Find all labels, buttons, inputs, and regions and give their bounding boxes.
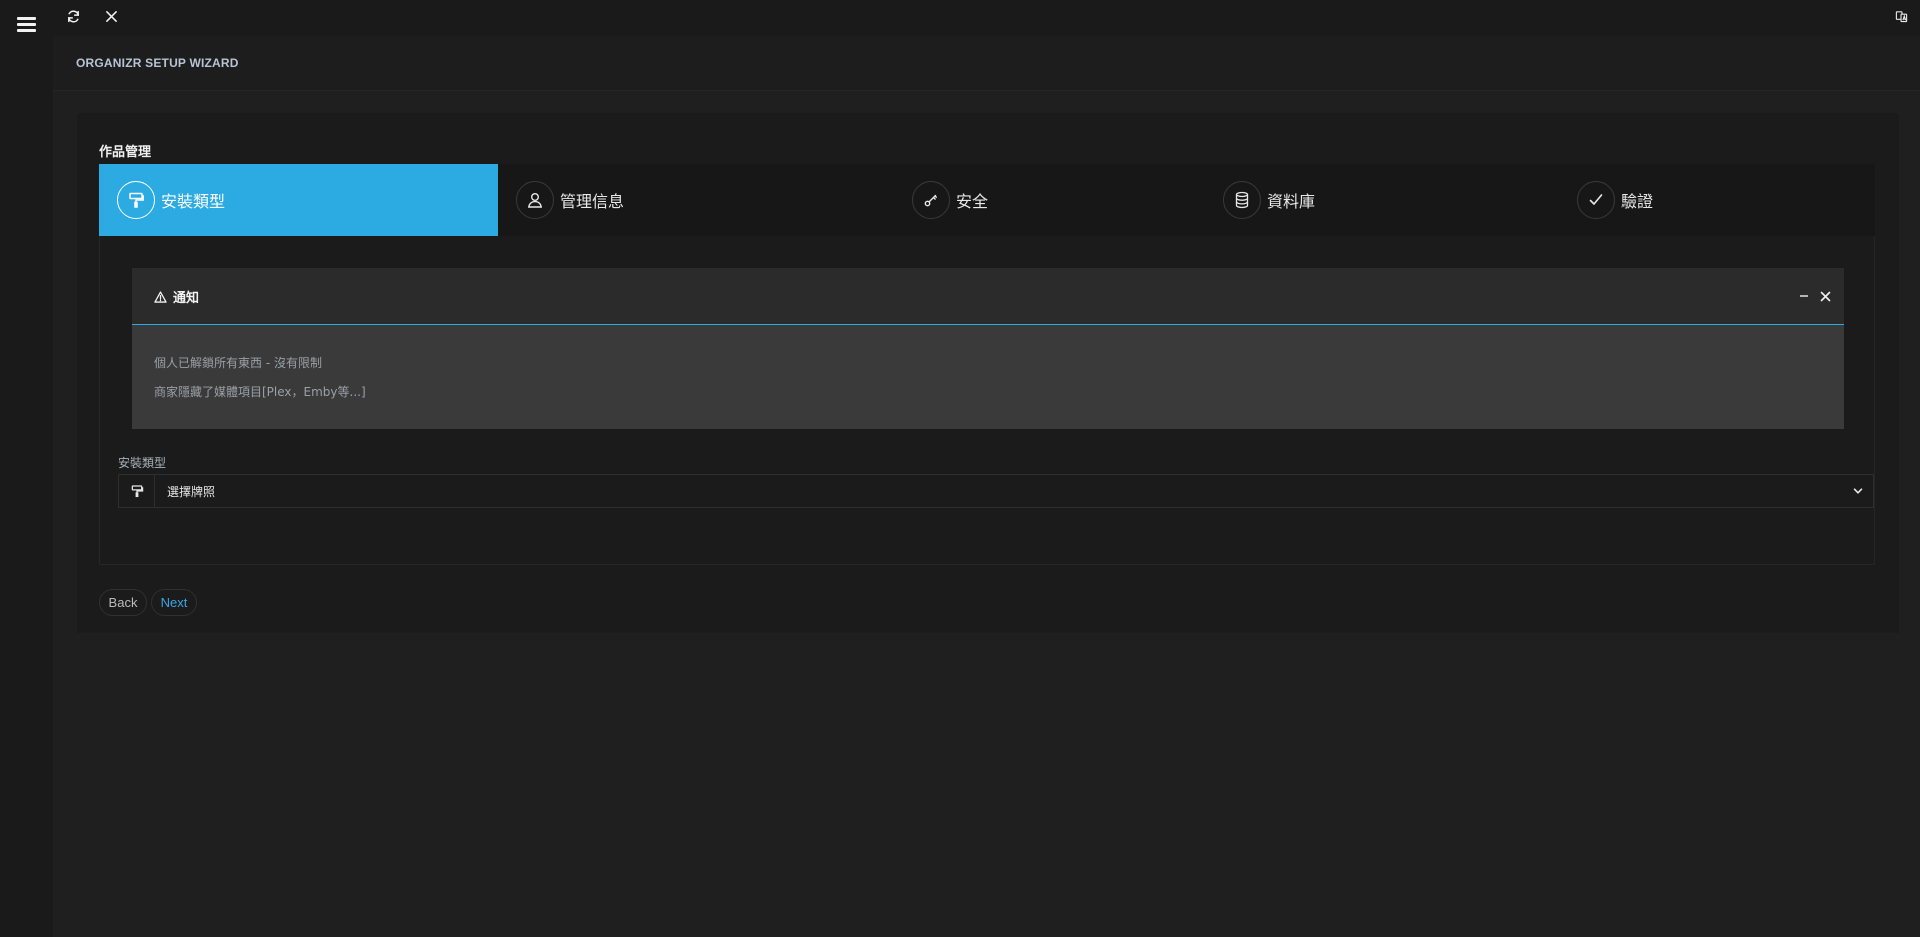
step-label: 安全	[956, 192, 989, 211]
install-type-select-group: 選擇牌照	[118, 474, 1874, 508]
notice-body: 個人已解鎖所有東西 - 沒有限制 商家隱藏了媒體項目[Plex，Emby等...…	[132, 325, 1844, 431]
notice-title-text: 通知	[173, 291, 200, 306]
notice-line: 個人已解鎖所有東西 - 沒有限制	[154, 356, 322, 370]
step-verify[interactable]: 驗證	[1577, 164, 1777, 236]
notice-header: 通知	[132, 268, 1844, 325]
install-type-select[interactable]: 選擇牌照	[155, 475, 1873, 507]
panel-title: 作品管理	[99, 145, 152, 160]
step-security[interactable]: 安全	[912, 164, 1112, 236]
chevron-down-icon	[1853, 488, 1863, 494]
step-label: 管理信息	[560, 192, 625, 211]
next-button[interactable]: Next	[151, 589, 197, 616]
notice-line: 商家隱藏了媒體項目[Plex，Emby等...]	[154, 385, 366, 399]
close-icon[interactable]	[1817, 288, 1833, 304]
install-type-label: 安裝類型	[118, 456, 167, 470]
user-icon	[516, 181, 554, 219]
step-label: 安裝類型	[161, 192, 226, 211]
step-content: 通知 個人已解鎖所有東西 - 沒有限制 商家隱藏了媒體項目[Plex，Emby等…	[99, 236, 1875, 565]
back-button[interactable]: Back	[99, 589, 147, 616]
step-label: 資料庫	[1267, 192, 1316, 211]
wizard-panel: 作品管理 安裝類型 管理信息 安全 資料庫 驗證 通知 個人已解鎖所有東西 - …	[77, 113, 1899, 633]
notice-title: 通知	[154, 287, 199, 306]
menu-icon[interactable]	[17, 17, 36, 33]
page-title: ORGANIZR SETUP WIZARD	[76, 56, 239, 70]
paint-roller-icon	[119, 475, 155, 507]
key-icon	[912, 181, 950, 219]
notice-panel: 通知 個人已解鎖所有東西 - 沒有限制 商家隱藏了媒體項目[Plex，Emby等…	[132, 268, 1844, 429]
database-icon	[1223, 181, 1261, 219]
check-icon	[1577, 181, 1615, 219]
close-icon[interactable]	[100, 5, 122, 27]
refresh-icon[interactable]	[62, 5, 84, 27]
minimize-icon[interactable]	[1796, 288, 1812, 304]
warning-icon	[154, 290, 167, 303]
step-database[interactable]: 資料庫	[1223, 164, 1423, 236]
install-type-selected: 選擇牌照	[167, 484, 216, 499]
step-install-type[interactable]: 安裝類型	[99, 164, 498, 236]
sidebar-rail	[0, 0, 53, 937]
language-icon[interactable]	[1890, 5, 1912, 27]
step-label: 驗證	[1621, 192, 1654, 211]
paint-roller-icon	[117, 181, 155, 219]
top-toolbar	[53, 0, 1920, 36]
page-header: ORGANIZR SETUP WIZARD	[53, 36, 1920, 91]
wizard-steps: 安裝類型 管理信息 安全 資料庫 驗證	[99, 164, 1875, 236]
step-admin-info[interactable]: 管理信息	[516, 164, 816, 236]
